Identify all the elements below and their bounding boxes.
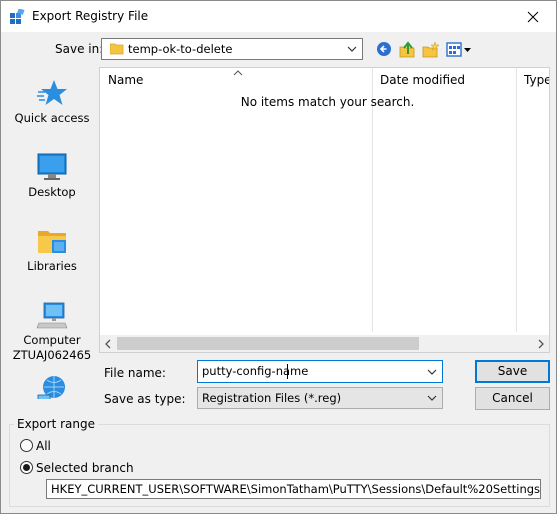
star-icon [36, 77, 68, 109]
chevron-down-icon [347, 43, 357, 57]
place-label: Computer [23, 333, 81, 347]
text-caret [287, 364, 288, 379]
folder-icon [109, 42, 124, 59]
file-name-value: putty-config-name [202, 364, 309, 378]
branch-path-value: HKEY_CURRENT_USER\SOFTWARE\SimonTatham\P… [51, 482, 541, 496]
place-desktop[interactable]: Desktop [9, 151, 95, 200]
save-as-type-value: Registration Files (*.reg) [202, 391, 342, 405]
chevron-down-icon[interactable] [427, 366, 437, 380]
new-folder-icon[interactable] [422, 41, 440, 59]
place-quick-access[interactable]: Quick access [9, 77, 95, 126]
view-menu-icon[interactable] [446, 41, 472, 59]
file-name-label: File name: [104, 366, 166, 380]
column-header-date-modified[interactable]: Date modified [372, 68, 516, 92]
column-header-name[interactable]: Name [100, 68, 372, 92]
scroll-left-icon[interactable] [104, 338, 112, 352]
radio-all[interactable] [20, 439, 33, 452]
chevron-down-icon [427, 392, 437, 406]
place-label: Libraries [27, 259, 77, 273]
save-in-dropdown[interactable]: temp-ok-to-delete [101, 38, 363, 60]
empty-message: No items match your search. [240, 95, 415, 109]
branch-path-input[interactable]: HKEY_CURRENT_USER\SOFTWARE\SimonTatham\P… [46, 479, 541, 499]
up-folder-icon[interactable] [399, 41, 417, 59]
desktop-icon [36, 151, 68, 183]
place-label: Quick access [14, 111, 90, 125]
file-list[interactable]: Name Date modified Type No items match y… [99, 67, 550, 353]
export-range-label: Export range [14, 417, 98, 431]
place-network[interactable] [9, 373, 95, 399]
cancel-button[interactable]: Cancel [475, 387, 550, 410]
export-registry-dialog: Export Registry File Save in: temp-ok-to… [0, 0, 557, 514]
close-button[interactable] [510, 1, 556, 32]
regedit-icon [9, 8, 25, 25]
places-bar: Quick access Desktop Libraries Computer … [9, 67, 95, 399]
save-as-type-dropdown[interactable]: Registration Files (*.reg) [197, 387, 443, 409]
column-header-type[interactable]: Type [516, 68, 549, 92]
close-icon [527, 11, 539, 22]
radio-all-label[interactable]: All [36, 439, 51, 453]
place-label-computer-name: ZTUAJ062465 [12, 348, 92, 362]
save-as-type-label: Save as type: [104, 392, 186, 406]
save-in-label: Save in: [55, 42, 104, 56]
scroll-right-icon[interactable] [537, 338, 545, 352]
title-bar[interactable]: Export Registry File [1, 1, 556, 32]
file-name-input[interactable]: putty-config-name [197, 360, 443, 383]
libraries-icon [36, 225, 68, 257]
computer-icon [36, 299, 68, 331]
radio-selected-branch[interactable] [20, 461, 33, 474]
place-libraries[interactable]: Libraries [9, 225, 95, 274]
place-label: Desktop [28, 185, 76, 199]
network-icon [36, 373, 68, 399]
back-icon[interactable] [376, 41, 394, 59]
window-title: Export Registry File [32, 9, 149, 23]
save-button[interactable]: Save [475, 360, 550, 383]
radio-selected-branch-label[interactable]: Selected branch [36, 461, 134, 475]
scrollbar-thumb[interactable] [117, 337, 419, 350]
place-computer[interactable]: Computer ZTUAJ062465 [9, 299, 95, 363]
horizontal-scrollbar[interactable] [100, 335, 549, 352]
save-in-value: temp-ok-to-delete [128, 42, 233, 56]
